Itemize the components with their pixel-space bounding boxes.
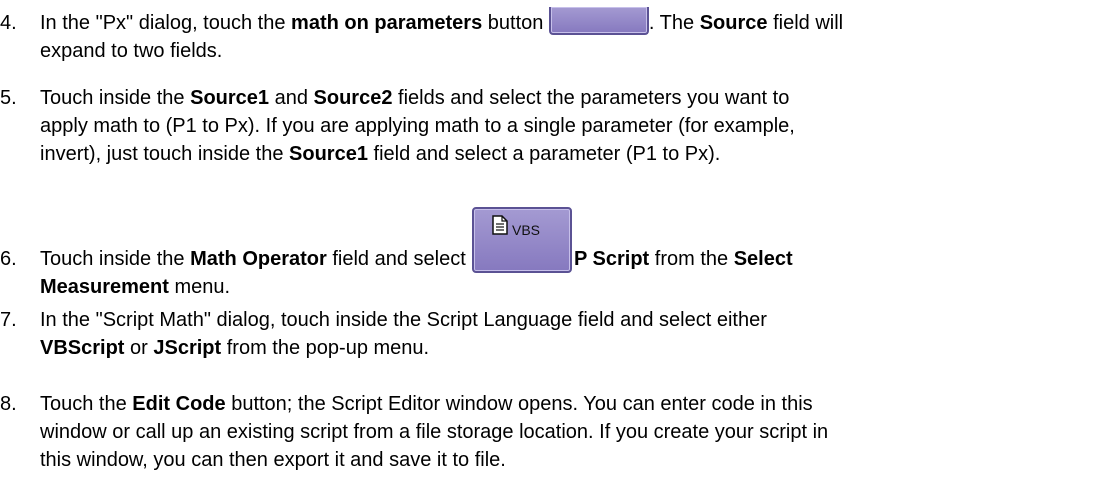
step-line: In the "Script Math" dialog, touch insid… — [40, 309, 767, 331]
step-line: Touch the Edit Code button; the Script E… — [40, 393, 813, 415]
step-text: In the "Script Math" dialog, touch insid… — [40, 306, 1105, 362]
step-text: Touch inside the Source1 and Source2 fie… — [40, 84, 1105, 168]
math-on-parameters-button-icon — [548, 7, 649, 35]
step-line: this window, you can then export it and … — [40, 449, 506, 471]
step-line: window or call up an existing script fro… — [40, 421, 829, 443]
step-line: In the "Px" dialog, touch the math on pa… — [40, 7, 1105, 37]
step-line: expand to two fields. — [40, 40, 223, 62]
step-number: 6. — [0, 248, 17, 270]
step-line: apply math to (P1 to Px). If you are app… — [40, 115, 795, 137]
step-line: VBScript or JScript from the pop-up menu… — [40, 337, 430, 359]
document-icon — [492, 215, 508, 235]
step-line: Touch inside the Source1 and Source2 fie… — [40, 87, 790, 109]
step-text: Touch inside the Math Operator field and… — [40, 203, 1105, 301]
step-line: invert), just touch inside the Source1 f… — [40, 143, 721, 165]
p-script-button-icon: VBS — [472, 207, 572, 273]
step-text: In the "Px" dialog, touch the math on pa… — [40, 7, 1105, 65]
step-number: 7. — [0, 309, 17, 331]
vbs-label: VBS — [512, 222, 541, 238]
step-text: Touch the Edit Code button; the Script E… — [40, 390, 1105, 474]
step-number: 8. — [0, 393, 17, 415]
step-number: 4. — [0, 12, 17, 34]
step-line: Touch inside the Math Operator field and… — [40, 203, 1105, 273]
step-line: Measurement menu. — [40, 276, 231, 298]
step-number: 5. — [0, 87, 17, 109]
